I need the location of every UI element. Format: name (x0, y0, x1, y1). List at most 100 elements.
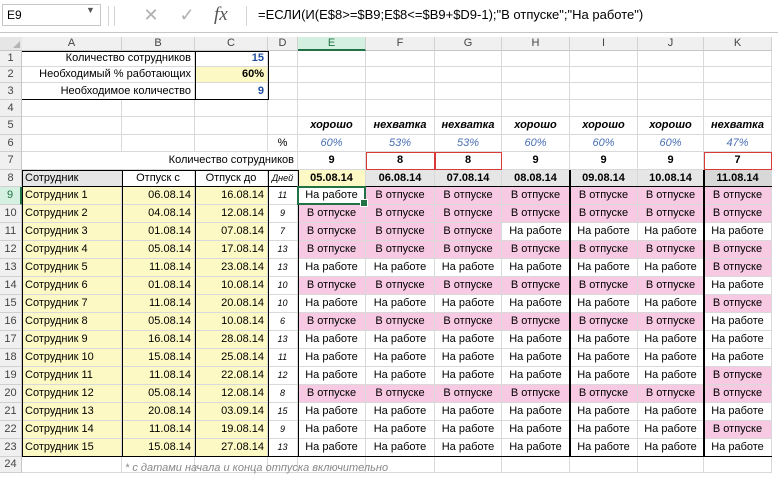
vacation-start[interactable]: 04.08.14 (122, 205, 195, 223)
status-cell[interactable]: В отпуске (366, 205, 435, 223)
day-status[interactable]: хорошо (502, 117, 570, 135)
header-employee[interactable]: Сотрудник (22, 170, 122, 187)
cell[interactable] (502, 100, 570, 117)
cell[interactable] (268, 67, 298, 83)
row-header-13[interactable]: 13 (0, 259, 22, 277)
cell[interactable] (502, 51, 570, 67)
header-end[interactable]: Отпуск до (195, 170, 268, 187)
vacation-start[interactable]: 05.08.14 (122, 385, 195, 403)
day-count[interactable]: 8 (435, 152, 502, 170)
vacation-days[interactable]: 13 (268, 241, 298, 259)
vacation-end[interactable]: 28.08.14 (195, 331, 268, 349)
status-cell[interactable]: В отпуске (704, 241, 772, 259)
vacation-start[interactable]: 11.08.14 (122, 295, 195, 313)
row-header-12[interactable]: 12 (0, 241, 22, 259)
status-cell[interactable]: На работе (570, 259, 638, 277)
row-header-8[interactable]: 8 (0, 170, 22, 187)
status-cell[interactable]: На работе (435, 349, 502, 367)
status-cell[interactable]: На работе (502, 295, 570, 313)
employee-name[interactable]: Сотрудник 14 (22, 421, 122, 439)
cell[interactable] (22, 117, 122, 135)
row-header-19[interactable]: 19 (0, 367, 22, 385)
vacation-days[interactable]: 10 (268, 277, 298, 295)
day-percent[interactable]: 60% (502, 135, 570, 152)
cell[interactable] (704, 67, 772, 83)
column-header-h[interactable]: H (502, 37, 570, 51)
status-cell[interactable]: В отпуске (638, 385, 704, 403)
column-header-i[interactable]: I (570, 37, 638, 51)
cell[interactable] (704, 457, 772, 473)
day-percent[interactable]: 53% (366, 135, 435, 152)
status-cell[interactable]: В отпуске (366, 277, 435, 295)
status-cell[interactable]: В отпуске (502, 241, 570, 259)
day-status[interactable]: хорошо (638, 117, 704, 135)
row-header-9[interactable]: 9 (0, 187, 22, 205)
vacation-end[interactable]: 19.08.14 (195, 421, 268, 439)
day-count[interactable]: 9 (570, 152, 638, 170)
cell[interactable] (298, 51, 366, 67)
cell[interactable] (195, 100, 268, 117)
status-cell[interactable]: На работе (638, 421, 704, 439)
status-cell[interactable]: В отпуске (502, 187, 570, 205)
status-cell[interactable]: На работе (502, 331, 570, 349)
day-status[interactable]: хорошо (298, 117, 366, 135)
status-cell[interactable]: На работе (638, 349, 704, 367)
vacation-end[interactable]: 07.08.14 (195, 223, 268, 241)
vacation-start[interactable]: 01.08.14 (122, 277, 195, 295)
status-cell[interactable]: В отпуске (704, 205, 772, 223)
status-cell[interactable]: В отпуске (435, 313, 502, 331)
cell[interactable] (638, 83, 704, 100)
status-cell[interactable]: На работе (366, 349, 435, 367)
vacation-end[interactable]: 03.09.14 (195, 403, 268, 421)
status-cell[interactable]: В отпуске (638, 241, 704, 259)
status-cell[interactable]: В отпуске (704, 187, 772, 205)
status-cell[interactable]: В отпуске (502, 205, 570, 223)
param-value[interactable]: 9 (195, 83, 268, 100)
status-cell[interactable]: В отпуске (435, 205, 502, 223)
status-cell[interactable]: В отпуске (704, 259, 772, 277)
cell[interactable] (570, 51, 638, 67)
status-cell[interactable]: На работе (638, 439, 704, 457)
status-cell[interactable]: В отпуске (570, 205, 638, 223)
status-cell[interactable]: На работе (298, 331, 366, 349)
employee-name[interactable]: Сотрудник 2 (22, 205, 122, 223)
status-cell[interactable]: На работе (570, 367, 638, 385)
column-header-c[interactable]: C (195, 37, 268, 51)
vacation-days[interactable]: 9 (268, 205, 298, 223)
cell[interactable] (638, 457, 704, 473)
vacation-days[interactable]: 6 (268, 313, 298, 331)
status-cell[interactable]: В отпуске (502, 277, 570, 295)
day-percent[interactable]: 47% (704, 135, 772, 152)
status-cell[interactable]: На работе (298, 403, 366, 421)
vacation-start[interactable]: 05.08.14 (122, 241, 195, 259)
status-cell[interactable]: В отпуске (435, 385, 502, 403)
param-value[interactable]: 60% (195, 67, 268, 83)
vacation-start[interactable]: 11.08.14 (122, 421, 195, 439)
status-cell[interactable]: В отпуске (638, 277, 704, 295)
status-cell[interactable]: На работе (366, 439, 435, 457)
cell[interactable] (435, 51, 502, 67)
status-cell[interactable]: На работе (366, 367, 435, 385)
chevron-down-icon[interactable]: ▼ (86, 5, 95, 15)
cell[interactable] (366, 83, 435, 100)
status-cell[interactable]: В отпуске (570, 277, 638, 295)
row-header-5[interactable]: 5 (0, 117, 22, 135)
day-count[interactable]: 7 (704, 152, 772, 170)
row-header-16[interactable]: 16 (0, 313, 22, 331)
status-cell[interactable]: В отпуске (298, 313, 366, 331)
column-header-a[interactable]: A (22, 37, 122, 51)
row-header-24[interactable]: 24 (0, 457, 22, 473)
row-header-22[interactable]: 22 (0, 421, 22, 439)
vacation-end[interactable]: 23.08.14 (195, 259, 268, 277)
status-cell[interactable]: На работе (502, 421, 570, 439)
cell[interactable] (570, 457, 638, 473)
vacation-end[interactable]: 25.08.14 (195, 349, 268, 367)
status-cell[interactable]: На работе (704, 349, 772, 367)
vacation-start[interactable]: 05.08.14 (122, 313, 195, 331)
cell[interactable] (502, 83, 570, 100)
status-cell[interactable]: На работе (366, 331, 435, 349)
cancel-icon[interactable]: ✕ (140, 4, 162, 26)
status-cell[interactable]: На работе (435, 331, 502, 349)
pct-label[interactable]: % (268, 135, 298, 152)
day-count[interactable]: 9 (502, 152, 570, 170)
